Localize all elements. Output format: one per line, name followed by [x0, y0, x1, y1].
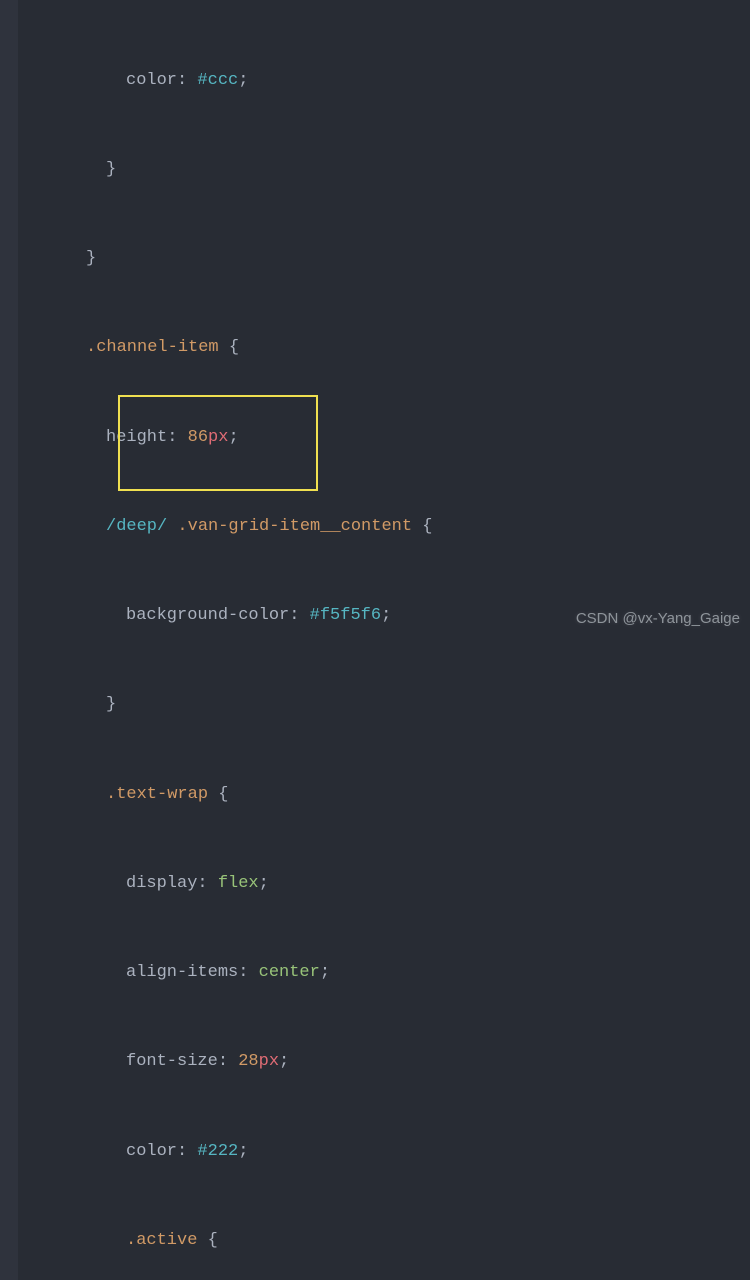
css-property: color	[126, 71, 177, 90]
brace-close: }	[86, 249, 96, 268]
css-color-value: #222	[197, 1142, 238, 1161]
css-property: background-color	[126, 606, 289, 625]
css-property: color	[126, 1142, 177, 1161]
css-property: align-items	[126, 963, 238, 982]
css-color-value: #f5f5f6	[310, 606, 381, 625]
gutter	[0, 0, 18, 1280]
css-color-value: #ccc	[197, 71, 238, 90]
code-block: color: #ccc; } } .channel-item { height:…	[26, 6, 750, 1280]
css-selector: .channel-item	[86, 338, 219, 357]
brace-close: }	[106, 160, 116, 179]
code-editor[interactable]: color: #ccc; } } .channel-item { height:…	[0, 0, 750, 1280]
brace-close: }	[106, 695, 116, 714]
css-selector: .active	[126, 1231, 197, 1250]
css-selector: .text-wrap	[106, 785, 208, 804]
css-property: height	[106, 428, 167, 447]
css-property: font-size	[126, 1052, 218, 1071]
css-property: display	[126, 874, 197, 893]
css-selector: .van-grid-item__content	[167, 517, 412, 536]
deep-combinator: /deep/	[106, 517, 167, 536]
watermark-text: CSDN @vx-Yang_Gaige	[576, 606, 740, 632]
